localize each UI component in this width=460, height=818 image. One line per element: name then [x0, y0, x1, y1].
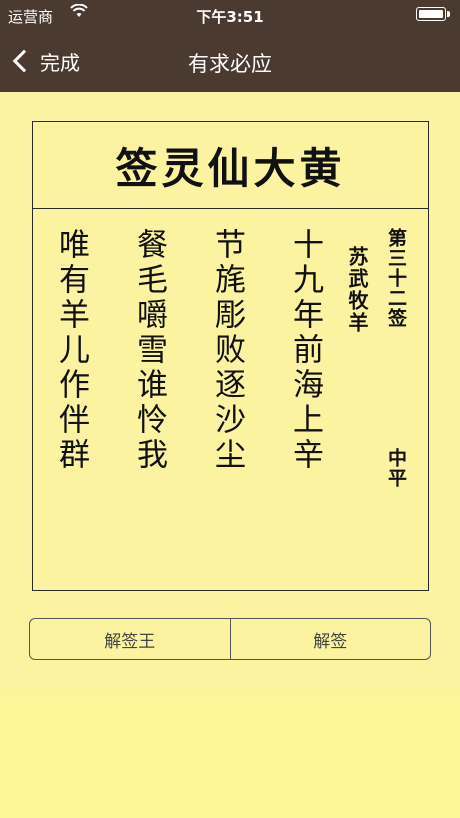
top-bar: 运营商 下午3:51 完成 有求必应 [0, 0, 460, 92]
battery-icon [416, 7, 450, 21]
interpret-king-button[interactable]: 解签王 [30, 619, 230, 659]
poem-line-4: 唯有羊儿作伴群 [53, 228, 89, 473]
interpret-button[interactable]: 解签 [229, 619, 431, 659]
poem-line-3: 餐毛嚼雪谁怜我 [131, 228, 167, 473]
bottom-area [0, 690, 460, 818]
nav-bar: 完成 有求必应 [0, 30, 460, 92]
page-title: 有求必应 [188, 52, 272, 76]
action-bar: 解签王 解签 [29, 618, 431, 660]
card-title: 签灵仙大黄 [33, 122, 428, 209]
poem-line-2: 节旄彫败逐沙尘 [209, 228, 245, 473]
fortune-card: 签灵仙大黄 第三十二签 中平 苏武牧羊 十九年前海上辛 节旄彫败逐沙尘 餐毛嚼雪… [32, 121, 429, 591]
status-time: 下午3:51 [196, 8, 264, 26]
poem-line-1: 十九年前海上辛 [287, 228, 323, 473]
story-title: 苏武牧羊 [345, 246, 369, 334]
sign-level: 中平 [385, 448, 407, 488]
status-bar: 运营商 下午3:51 [0, 0, 460, 30]
poem-area: 第三十二签 中平 苏武牧羊 十九年前海上辛 节旄彫败逐沙尘 餐毛嚼雪谁怜我 唯有… [33, 228, 428, 588]
sign-number: 第三十二签 [385, 228, 407, 328]
